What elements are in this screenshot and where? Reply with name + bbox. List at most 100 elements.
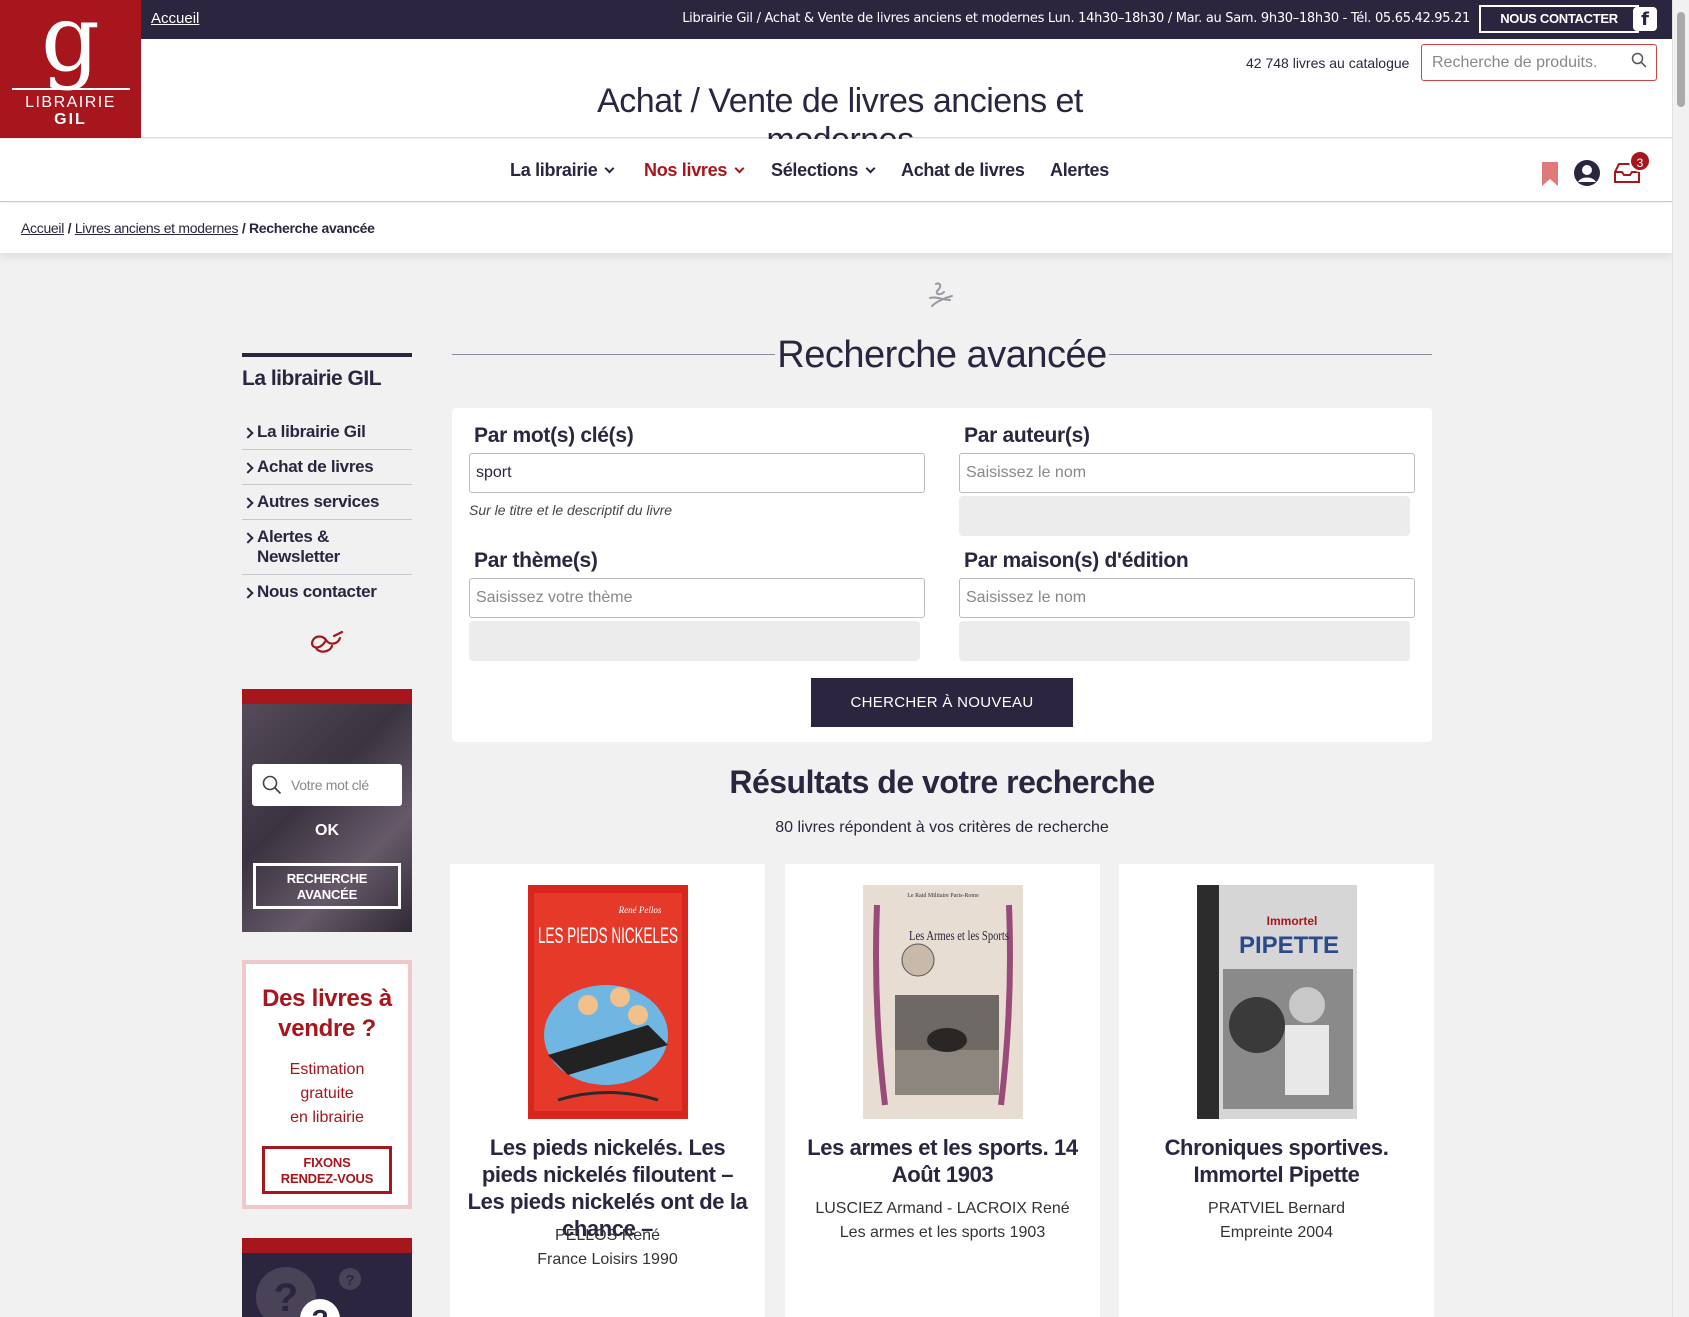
sell-books-text: Estimation gratuite en librairie <box>246 1058 408 1130</box>
cover-subtitle: Immortel <box>1267 914 1318 928</box>
sell-text-line: gratuite <box>300 1085 354 1102</box>
main-nav: La librairie Nos livres Sélections Achat… <box>0 139 1672 202</box>
logo-text-librairie: LIBRAIRIE <box>25 94 116 111</box>
sidebar: La librairie GIL La librairie Gil Achat … <box>242 353 412 609</box>
cart-count-badge: 3 <box>1629 150 1651 172</box>
nav-achat-de-livres[interactable]: Achat de livres <box>901 160 1025 181</box>
nav-label: La librairie <box>510 160 598 180</box>
book-publisher: Les armes et les sports 1903 <box>839 1224 1046 1241</box>
nav-nos-livres[interactable]: Nos livres <box>644 160 745 181</box>
sell-books-box: Des livres à vendre ? Estimation gratuit… <box>242 960 412 1209</box>
search-again-button[interactable]: CHERCHER À NOUVEAU <box>811 678 1073 727</box>
sidebar-item-alertes-newsletter[interactable]: Alertes & Newsletter <box>242 520 412 575</box>
author-input[interactable]: Saisissez le nom <box>959 453 1415 493</box>
cover-title: Les Armes et les Sports <box>909 929 1009 944</box>
keywords-group: Par mot(s) clé(s) sport Sur le titre et … <box>469 424 925 518</box>
advanced-search-button[interactable]: RECHERCHE AVANCÉE <box>253 863 401 909</box>
sidebar-menu: La librairie Gil Achat de livres Autres … <box>242 415 412 609</box>
book-card[interactable]: René Pellos LES PIEDS NICKELES Les pieds… <box>450 864 765 1317</box>
keywords-label: Par mot(s) clé(s) <box>474 424 634 447</box>
chevron-down-icon <box>865 163 876 174</box>
sidebar-item-nous-contacter[interactable]: Nous contacter <box>242 575 412 609</box>
sidebar-keyword-input[interactable]: Votre mot clé <box>252 764 402 806</box>
book-author: PELLOS René <box>555 1227 660 1244</box>
search-icon[interactable] <box>1631 52 1647 68</box>
sidebar-item-achat-de-livres[interactable]: Achat de livres <box>242 450 412 485</box>
page-title-row: Recherche avancée <box>452 334 1432 376</box>
book-author: PRATVIEL Bernard <box>1208 1200 1345 1217</box>
sidebar-search-box: Votre mot clé OK RECHERCHE AVANCÉE <box>242 689 412 932</box>
header: 42 748 livres au catalogue Recherche de … <box>0 39 1672 159</box>
cover-title: PIPETTE <box>1239 932 1339 959</box>
sidebar-item-la-librairie-gil[interactable]: La librairie Gil <box>242 415 412 450</box>
nav-alertes[interactable]: Alertes <box>1050 160 1109 181</box>
theme-label: Par thème(s) <box>474 549 598 572</box>
breadcrumb-separator: / <box>67 220 72 236</box>
cover-signature: René Pellos <box>618 905 662 915</box>
ornament-icon <box>310 630 344 653</box>
publisher-input[interactable]: Saisissez le nom <box>959 578 1415 618</box>
book-card[interactable]: Le Raid Militaire Paris-Rome Les Armes e… <box>785 864 1100 1317</box>
chevron-down-icon <box>734 163 745 174</box>
book-publisher: France Loisirs 1990 <box>537 1251 678 1268</box>
keywords-input[interactable]: sport <box>469 453 925 493</box>
nav-label: Achat de livres <box>901 160 1025 180</box>
breadcrumb-separator: / <box>241 220 246 236</box>
page-scrollbar[interactable] <box>1672 0 1689 1317</box>
search-icon <box>262 775 282 795</box>
nav-selections[interactable]: Sélections <box>771 160 876 181</box>
book-cover-image[interactable]: Le Raid Militaire Paris-Rome Les Armes e… <box>863 885 1023 1119</box>
top-bar: Accueil Librairie Gil / Achat & Vente de… <box>0 0 1672 39</box>
page-title: Recherche avancée <box>777 334 1107 376</box>
breadcrumb-link-home[interactable]: Accueil <box>21 220 64 236</box>
book-title[interactable]: Les armes et les sports. 14 Août 1903 <box>799 1134 1086 1188</box>
catalog-count: 42 748 livres au catalogue <box>1246 55 1410 71</box>
book-cover-image[interactable]: Immortel PIPETTE <box>1197 885 1357 1119</box>
book-title[interactable]: Chroniques sportives. Immortel Pipette <box>1133 1134 1420 1188</box>
breadcrumb: Accueil / Livres anciens et modernes / R… <box>0 203 1672 253</box>
sidebar-item-autres-services[interactable]: Autres services <box>242 485 412 520</box>
advanced-search-label-1: RECHERCHE <box>286 871 368 886</box>
theme-input[interactable]: Saisissez votre thème <box>469 578 925 618</box>
quill-icon <box>929 282 953 307</box>
svg-text:?: ? <box>274 1276 298 1317</box>
logo[interactable]: g LIBRAIRIE GIL <box>0 0 141 138</box>
top-info-text: Librairie Gil / Achat & Vente de livres … <box>682 11 1470 26</box>
cover-header-text: Le Raid Militaire Paris-Rome <box>907 893 979 899</box>
author-label: Par auteur(s) <box>964 424 1090 447</box>
help-box[interactable]: ? ? ? <box>242 1238 412 1317</box>
book-publisher: Empreinte 2004 <box>1220 1224 1333 1241</box>
breadcrumb-link-books[interactable]: Livres anciens et modernes <box>75 220 239 236</box>
sell-text-line: en librairie <box>290 1109 364 1126</box>
advanced-search-label-2: AVANCÉE <box>296 887 358 902</box>
logo-text-gil: GIL <box>54 111 87 128</box>
book-card[interactable]: Immortel PIPETTE Chroniques sportives. I… <box>1119 864 1434 1317</box>
author-group: Par auteur(s) Saisissez le nom <box>959 424 1415 536</box>
top-home-link[interactable]: Accueil <box>151 10 199 27</box>
appointment-button[interactable]: FIXONS RENDEZ-VOUS <box>262 1146 392 1194</box>
product-search-input[interactable]: Recherche de produits. <box>1421 44 1657 81</box>
appointment-label-1: FIXONS <box>303 1155 351 1170</box>
scrollbar-thumb[interactable] <box>1677 12 1685 107</box>
book-author: LUSCIEZ Armand - LACROIX René <box>815 1200 1070 1217</box>
sell-books-title: Des livres à vendre ? <box>262 985 392 1042</box>
sidebar-title: La librairie GIL <box>242 353 412 391</box>
logo-letter: g <box>41 0 100 92</box>
advanced-search-form: Par mot(s) clé(s) sport Sur le titre et … <box>452 408 1432 742</box>
bookmark-icon[interactable] <box>1541 161 1559 187</box>
facebook-icon[interactable]: f <box>1633 7 1657 31</box>
appointment-label-2: RENDEZ-VOUS <box>280 1171 374 1186</box>
theme-selection-area <box>469 621 920 661</box>
svg-text:?: ? <box>311 1304 328 1317</box>
nav-la-librairie[interactable]: La librairie <box>510 160 615 181</box>
breadcrumb-current: Recherche avancée <box>249 220 375 236</box>
chevron-down-icon <box>604 163 615 174</box>
nav-label: Sélections <box>771 160 859 180</box>
book-cover-image[interactable]: René Pellos LES PIEDS NICKELES <box>528 885 688 1119</box>
account-icon[interactable] <box>1573 159 1601 187</box>
nav-label: Alertes <box>1050 160 1109 180</box>
contact-button[interactable]: NOUS CONTACTER <box>1479 5 1639 33</box>
theme-group: Par thème(s) Saisissez votre thème <box>469 549 925 661</box>
sidebar-ok-button[interactable]: OK <box>242 822 412 840</box>
help-question-icon: ? ? ? <box>256 1267 361 1317</box>
